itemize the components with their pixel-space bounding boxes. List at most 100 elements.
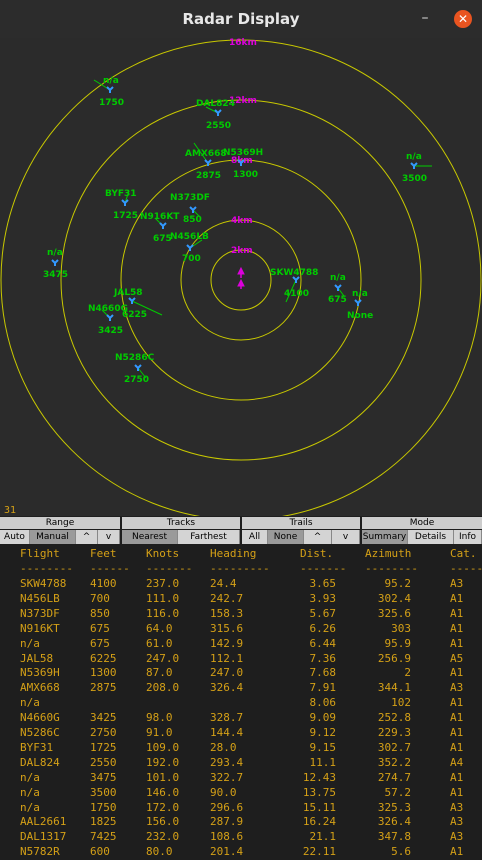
range-group: Range Auto Manual ^ v: [0, 517, 120, 545]
table-cell: 2550: [90, 755, 117, 769]
table-cell: 15.11: [302, 800, 336, 814]
aircraft-target[interactable]: SKW4788 4100: [270, 268, 318, 303]
trails-all-button[interactable]: All: [242, 530, 268, 544]
table-cell: ---------: [210, 562, 270, 575]
table-cell: N456LB: [20, 591, 60, 605]
target-id-label: AMX668: [185, 149, 227, 159]
table-cell: 296.6: [210, 800, 244, 814]
table-cell: N373DF: [20, 606, 60, 620]
table-cell: 16.24: [302, 815, 336, 829]
table-cell: 2875: [90, 681, 117, 695]
table-cell: 326.4: [377, 815, 411, 829]
target-altitude-label: 1725: [113, 211, 138, 221]
window-title: Radar Display: [182, 10, 300, 28]
table-cell: 21.1: [309, 830, 337, 844]
aircraft-target[interactable]: n/a 3475: [43, 248, 68, 280]
aircraft-target[interactable]: n/a 1750: [93, 76, 124, 108]
mode-info-button[interactable]: Info: [454, 530, 482, 544]
table-cell: n/a: [20, 636, 40, 650]
table-cell: 850: [90, 606, 110, 620]
target-altitude-label: 1300: [233, 170, 258, 180]
trails-none-button[interactable]: None: [268, 530, 304, 544]
aircraft-icon: [106, 314, 114, 321]
minimize-icon[interactable]: –: [416, 8, 434, 26]
mode-label: Mode: [362, 517, 482, 529]
aircraft-target[interactable]: N4660G 3425: [88, 304, 128, 336]
table-cell: 7.36: [309, 651, 337, 665]
aircraft-icon: [128, 297, 136, 304]
table-cell: 158.3: [210, 606, 244, 620]
aircraft-icon: [159, 222, 167, 229]
table-cell: A1: [450, 591, 464, 605]
table-cell: 274.7: [377, 770, 411, 784]
table-row: n/a 675 61.0 142.9 6.44 95.9 A1: [0, 637, 482, 652]
tracks-group: Tracks Nearest Farthest: [122, 517, 240, 545]
table-row: SKW4788 4100 237.0 24.4 3.65 95.2 A3: [0, 577, 482, 592]
table-cell: 3500: [90, 785, 117, 799]
target-id-label: N4660G: [88, 304, 128, 314]
aircraft-target[interactable]: N5286C 2750: [115, 353, 155, 385]
table-cell: 5.6: [391, 845, 411, 859]
table-cell: 287.9: [210, 815, 244, 829]
table-cell: N4660G: [20, 711, 60, 725]
table-cell: 22.11: [302, 845, 336, 859]
range-down-button[interactable]: v: [98, 530, 120, 544]
table-cell: 347.8: [377, 830, 411, 844]
table-cell: 7.91: [309, 681, 337, 695]
table-cell: A1: [450, 621, 464, 635]
table-cell: A3: [450, 830, 464, 844]
table-cell: 64.0: [146, 621, 173, 635]
range-up-button[interactable]: ^: [76, 530, 98, 544]
table-cell: JAL58: [20, 651, 54, 665]
table-cell: 101.0: [146, 770, 180, 784]
table-cell: 302.7: [377, 740, 411, 754]
close-icon[interactable]: ✕: [454, 10, 472, 28]
radar-canvas: 2km 4km 8km 12km 16km SKW47884100N456LB7…: [0, 38, 482, 516]
range-manual-button[interactable]: Manual: [30, 530, 76, 544]
table-row: N5782R 600 80.0 201.4 22.11 5.6 A1: [0, 845, 482, 860]
table-cell: 109.0: [146, 740, 180, 754]
mode-summary-button[interactable]: Summary: [362, 530, 408, 544]
table-cell: Flight: [20, 547, 60, 560]
aircraft-target[interactable]: BYF31 1725: [105, 189, 138, 221]
table-cell: ------: [450, 562, 482, 575]
range-auto-button[interactable]: Auto: [0, 530, 30, 544]
mode-details-button[interactable]: Details: [408, 530, 454, 544]
table-cell: N916KT: [20, 621, 60, 635]
aircraft-target[interactable]: N456LB 700: [170, 232, 209, 264]
table-cell: 90.0: [210, 785, 237, 799]
aircraft-target[interactable]: n/a None: [347, 289, 373, 321]
aircraft-target[interactable]: n/a 3500: [402, 152, 432, 184]
table-cell: A1: [450, 666, 464, 680]
table-cell: 57.2: [384, 785, 412, 799]
table-cell: 247.0: [210, 666, 244, 680]
flight-table: Flight Feet Knots Heading Dist. Azimuth Cat. --…: [0, 545, 482, 858]
table-row: n/a 3500 146.0 90.0 13.75 57.2 A1: [0, 786, 482, 801]
table-cell: 675: [90, 636, 110, 650]
table-cell: A4: [450, 755, 464, 769]
table-cell: 1725: [90, 740, 117, 754]
tracks-nearest-button[interactable]: Nearest: [122, 530, 178, 544]
aircraft-target[interactable]: DAL824 2550: [196, 99, 235, 131]
target-id-label: N5286C: [115, 353, 155, 363]
table-cell: Knots: [146, 547, 180, 560]
aircraft-icon: [186, 244, 194, 251]
table-cell: A1: [450, 711, 464, 725]
tracks-farthest-button[interactable]: Farthest: [178, 530, 240, 544]
table-cell: A1: [450, 785, 464, 799]
aircraft-target[interactable]: n/a 675: [328, 273, 347, 305]
table-cell: 91.0: [146, 726, 173, 739]
table-cell: DAL1317: [20, 830, 67, 844]
table-cell: 80.0: [146, 845, 173, 859]
target-id-label: n/a: [352, 289, 368, 299]
radar-scope[interactable]: 2km 4km 8km 12km 16km SKW4788 4100 N456LB 7…: [0, 38, 482, 516]
table-cell: -------: [146, 562, 193, 575]
trails-down-button[interactable]: v: [332, 530, 360, 544]
target-id-label: N373DF: [170, 193, 210, 203]
table-row: JAL58 6225 247.0 112.1 7.36 256.9 A5: [0, 652, 482, 667]
aircraft-icon: [354, 299, 362, 306]
trails-up-button[interactable]: ^: [304, 530, 332, 544]
target-altitude-label: 675: [153, 234, 172, 244]
table-row: AAL2661 1825 156.0 287.9 16.24 326.4 A3: [0, 815, 482, 830]
target-altitude-label: 675: [328, 295, 347, 305]
